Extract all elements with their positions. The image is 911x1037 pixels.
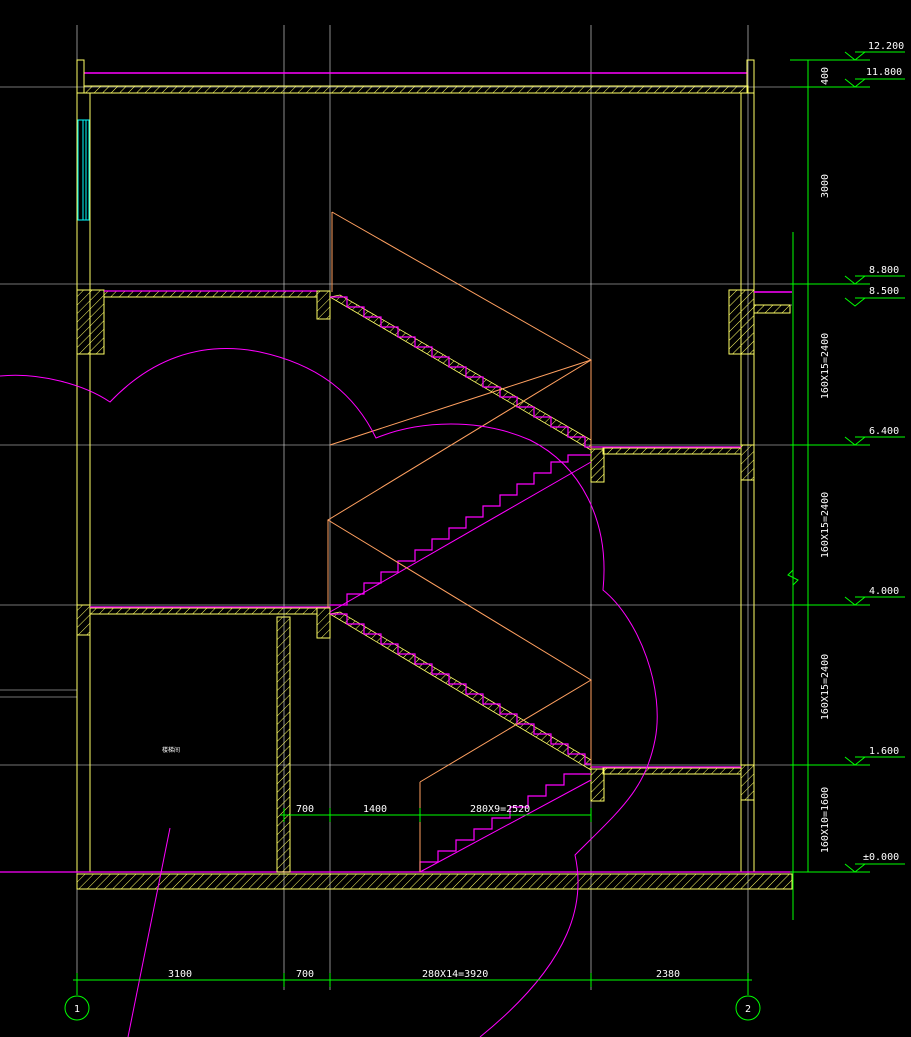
left-beam-upper xyxy=(76,289,105,355)
stair-section-drawing: 楼梯间 700 1400 280X9=2520 3100 700 280X14=… xyxy=(0,25,905,1037)
floor-slabs xyxy=(0,290,793,890)
left-wall xyxy=(0,93,105,872)
dim-bottom-3100: 3100 xyxy=(168,969,192,980)
left-beam-lower xyxy=(76,604,91,636)
dim-right-3000: 3000 xyxy=(820,174,831,198)
slab-ground xyxy=(76,873,793,890)
dim-inner-2520: 280X9=2520 xyxy=(470,804,530,815)
axis-label-1: 1 xyxy=(74,1004,80,1015)
slab-6400 xyxy=(602,447,742,455)
level-1600: 1.600 xyxy=(869,746,899,757)
room-label: 楼梯间 xyxy=(162,746,180,754)
level-6400: 6.400 xyxy=(869,426,899,437)
flight-6400-4000-steps xyxy=(330,454,591,606)
roof-slab xyxy=(83,85,749,94)
flight-1600-0000-steps xyxy=(419,773,591,872)
dim-right-400: 400 xyxy=(820,67,831,85)
revision-clouds xyxy=(0,348,658,1037)
level-8800: 8.800 xyxy=(869,265,899,276)
right-beam-1600 xyxy=(740,764,755,801)
stair-flights xyxy=(328,294,592,873)
flight-4000-1600 xyxy=(328,611,592,771)
level-0000: ±0.000 xyxy=(863,852,899,863)
parapet-left xyxy=(76,59,85,94)
dim-bottom-2380: 2380 xyxy=(656,969,680,980)
slab-1600 xyxy=(602,767,742,775)
slab-4000 xyxy=(89,607,318,615)
right-beam-upper xyxy=(728,289,755,355)
inner-dimension: 700 1400 280X9=2520 xyxy=(280,804,592,822)
dim-inner-700: 700 xyxy=(296,804,314,815)
right-dimension: 400 3000 160X15=2400 160X15=2400 160X15=… xyxy=(787,59,870,920)
dim-inner-1400: 1400 xyxy=(363,804,387,815)
dim-right-2400-a: 160X15=2400 xyxy=(820,333,831,399)
roof xyxy=(76,59,755,94)
level-4000: 4.000 xyxy=(869,586,899,597)
dim-right-2400-c: 160X15=2400 xyxy=(820,654,831,720)
dim-right-1600: 160X10=1600 xyxy=(820,787,831,853)
partition-wall xyxy=(276,616,291,873)
level-8500: 8.500 xyxy=(869,286,899,297)
right-wall xyxy=(728,93,792,872)
level-12200: 12.200 xyxy=(868,41,904,52)
right-beam-6400 xyxy=(740,444,755,481)
axis-bubbles: 1 2 xyxy=(64,995,761,1021)
bottom-dimension: 3100 700 280X14=3920 2380 xyxy=(73,969,752,995)
slab-8500 xyxy=(103,290,318,298)
dim-bottom-700: 700 xyxy=(296,969,314,980)
grid-lines xyxy=(0,25,800,995)
dim-bottom-3920: 280X14=3920 xyxy=(422,969,488,980)
level-11800: 11.800 xyxy=(866,67,902,78)
axis-label-2: 2 xyxy=(745,1004,751,1015)
dim-right-2400-b: 160X15=2400 xyxy=(820,492,831,558)
